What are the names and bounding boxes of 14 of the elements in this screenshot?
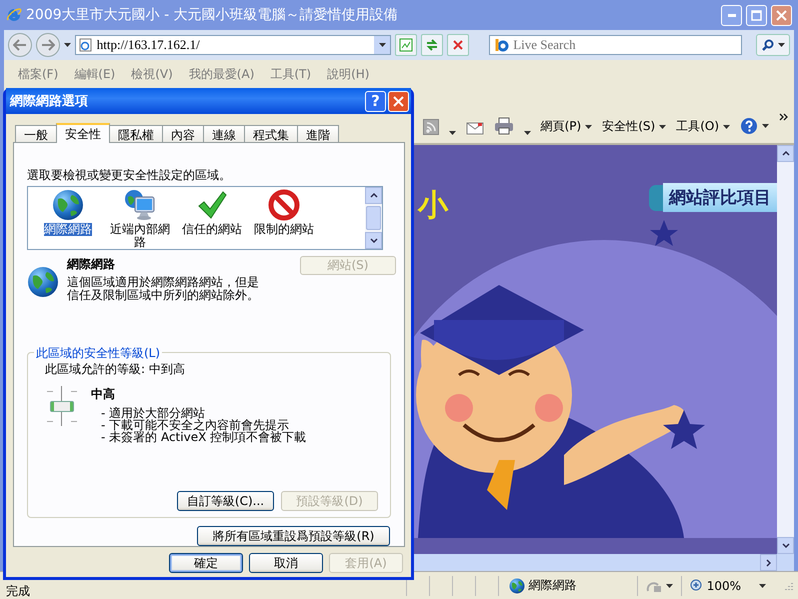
zone-description: 這個區域適用於網際網路網站，但是信任及限制區域中所列的網站除外。 <box>67 276 260 302</box>
zone-name: 網際網路 <box>67 256 116 273</box>
level-description-line: - 下載可能不安全之內容前會先提示 <box>101 419 290 431</box>
level-description-line: - 未簽署的 ActiveX 控制項不會被下載 <box>101 431 306 443</box>
window-title: 2009大里市大元國小 - 大元國小班級電腦～請愛惜使用設備 <box>26 6 399 24</box>
level-description-line: - 適用於大部分網站 <box>101 407 206 419</box>
group-title: 此區域的安全性等級(L) <box>34 345 162 362</box>
zone-prompt: 選取要檢視或變更安全性設定的區域。 <box>27 167 232 184</box>
status-text: 完成 <box>5 585 31 599</box>
dialog-title: 網際網路選項 <box>10 93 89 110</box>
security-zone-label: 網際網路 <box>528 577 577 594</box>
page-title-text: 小 <box>418 187 448 225</box>
level-name: 中高 <box>91 386 116 403</box>
allowed-levels-text: 此區域允許的等級: 中到高 <box>45 361 186 378</box>
